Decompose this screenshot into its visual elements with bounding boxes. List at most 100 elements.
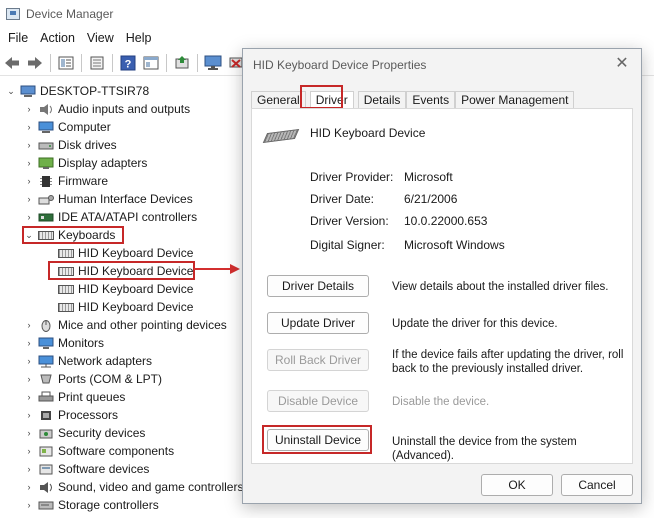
network-adapter-icon: [38, 355, 54, 368]
sound-icon: [38, 481, 54, 494]
back-icon[interactable]: [2, 53, 22, 73]
tree-item-audio[interactable]: › Audio inputs and outputs: [24, 100, 191, 118]
update-driver-icon[interactable]: [172, 53, 192, 73]
chevron-right-icon[interactable]: ›: [24, 104, 34, 114]
storage-controller-icon: [38, 499, 54, 512]
forward-icon[interactable]: [25, 53, 45, 73]
driver-date-value: 6/21/2006: [404, 192, 458, 206]
menu-file[interactable]: File: [4, 31, 32, 45]
tree-item-storage[interactable]: › Storage controllers: [24, 496, 159, 514]
menu-help[interactable]: Help: [122, 31, 156, 45]
window-title: Device Manager: [26, 7, 114, 21]
monitor-icon[interactable]: [203, 53, 223, 73]
chevron-right-icon[interactable]: ›: [24, 410, 34, 420]
tree-item-display[interactable]: › Display adapters: [24, 154, 148, 172]
tree-item-software-devices[interactable]: › Software devices: [24, 460, 150, 478]
chevron-right-icon[interactable]: ›: [24, 482, 34, 492]
tree-item-label: HID Keyboard Device: [78, 300, 194, 314]
chevron-right-icon[interactable]: ›: [24, 320, 34, 330]
chevron-right-icon[interactable]: ›: [24, 140, 34, 150]
properties-dialog: HID Keyboard Device Properties ✕ General…: [242, 48, 642, 504]
tree-item-firmware[interactable]: › Firmware: [24, 172, 109, 190]
ok-button[interactable]: OK: [481, 474, 553, 496]
tree-item-computer[interactable]: › Computer: [24, 118, 111, 136]
tab-details[interactable]: Details: [357, 91, 407, 109]
scan-icon[interactable]: [87, 53, 107, 73]
driver-provider-value: Microsoft: [404, 170, 453, 184]
keyboard-icon: [58, 301, 74, 314]
chevron-right-icon[interactable]: ›: [24, 446, 34, 456]
tree-item-label: Firmware: [58, 174, 108, 188]
disable-device-button[interactable]: Disable Device: [267, 390, 369, 412]
tree-item-software-components[interactable]: › Software components: [24, 442, 175, 460]
tree-item-label: Audio inputs and outputs: [58, 102, 191, 116]
computer-icon: [38, 121, 54, 134]
roll-back-driver-button[interactable]: Roll Back Driver: [267, 349, 369, 371]
digital-signer-label: Digital Signer:: [310, 238, 385, 252]
properties-icon[interactable]: [56, 53, 76, 73]
chevron-right-icon[interactable]: ›: [24, 392, 34, 402]
view-icon[interactable]: [141, 53, 161, 73]
tree-item-keyboards[interactable]: ⌄ Keyboards: [24, 226, 115, 244]
close-icon[interactable]: ✕: [613, 55, 631, 73]
tree-item-ide[interactable]: › IDE ATA/ATAPI controllers: [24, 208, 198, 226]
chevron-down-icon[interactable]: ⌄: [6, 86, 16, 96]
dialog-tabs: General Driver Details Events Power Mana…: [251, 91, 575, 109]
tree-root[interactable]: ⌄ DESKTOP-TTSIR78: [6, 82, 149, 100]
tree-item-mice[interactable]: › Mice and other pointing devices: [24, 316, 227, 334]
tree-item-hid-kbd-3[interactable]: HID Keyboard Device: [58, 280, 193, 298]
window-titlebar: Device Manager: [0, 0, 654, 28]
tree-item-sound[interactable]: › Sound, video and game controllers: [24, 478, 244, 496]
update-driver-button[interactable]: Update Driver: [267, 312, 369, 334]
keyboard-icon: [58, 283, 74, 296]
tree-item-label: Software devices: [58, 462, 150, 476]
human-interface-icon: [38, 193, 54, 206]
toolbar-separator: [166, 53, 167, 72]
tree-item-hid-kbd-4[interactable]: HID Keyboard Device: [58, 298, 193, 316]
chevron-right-icon[interactable]: ›: [24, 194, 34, 204]
chevron-right-icon[interactable]: ›: [24, 176, 34, 186]
uninstall-device-button[interactable]: Uninstall Device: [267, 429, 369, 451]
chevron-right-icon[interactable]: ›: [24, 158, 34, 168]
port-icon: [38, 373, 54, 386]
computer-icon: [20, 85, 36, 98]
chevron-right-icon[interactable]: ›: [24, 356, 34, 366]
tree-item-print[interactable]: › Print queues: [24, 388, 126, 406]
tree-item-hid-kbd-2[interactable]: HID Keyboard Device: [58, 262, 193, 280]
tree-item-monitors[interactable]: › Monitors: [24, 334, 105, 352]
firmware-chip-icon: [38, 175, 54, 188]
tree-item-disk[interactable]: › Disk drives: [24, 136, 117, 154]
tab-general[interactable]: General: [251, 91, 306, 109]
cancel-button[interactable]: Cancel: [561, 474, 633, 496]
tree-item-security[interactable]: › Security devices: [24, 424, 146, 442]
tab-power-management[interactable]: Power Management: [455, 91, 575, 109]
tree-item-hid[interactable]: › Human Interface Devices: [24, 190, 193, 208]
menu-view[interactable]: View: [83, 31, 118, 45]
menu-action[interactable]: Action: [36, 31, 79, 45]
tree-item-label: Software components: [58, 444, 175, 458]
tree-item-label: Security devices: [58, 426, 146, 440]
chevron-right-icon[interactable]: ›: [24, 500, 34, 510]
chevron-right-icon[interactable]: ›: [24, 212, 34, 222]
arrow-line: [194, 268, 232, 270]
driver-details-button[interactable]: Driver Details: [267, 275, 369, 297]
tree-item-label: Network adapters: [58, 354, 153, 368]
chevron-down-icon[interactable]: ⌄: [24, 230, 34, 240]
toolbar-separator: [197, 53, 198, 72]
chevron-right-icon[interactable]: ›: [24, 464, 34, 474]
chevron-right-icon[interactable]: ›: [24, 374, 34, 384]
tree-item-label: IDE ATA/ATAPI controllers: [58, 210, 198, 224]
tree-item-network[interactable]: › Network adapters: [24, 352, 153, 370]
chevron-right-icon[interactable]: ›: [24, 338, 34, 348]
svg-text:?: ?: [125, 58, 132, 70]
tab-events[interactable]: Events: [406, 91, 456, 109]
arrow-head: [230, 264, 240, 274]
tree-item-hid-kbd-1[interactable]: HID Keyboard Device: [58, 244, 193, 262]
chevron-right-icon[interactable]: ›: [24, 122, 34, 132]
chevron-right-icon[interactable]: ›: [24, 428, 34, 438]
uninstall-device-desc: Uninstall the device from the system (Ad…: [392, 436, 577, 462]
tree-item-ports[interactable]: › Ports (COM & LPT): [24, 370, 163, 388]
tab-driver[interactable]: Driver: [309, 91, 354, 109]
help-icon[interactable]: ?: [118, 53, 138, 73]
tree-item-processors[interactable]: › Processors: [24, 406, 119, 424]
